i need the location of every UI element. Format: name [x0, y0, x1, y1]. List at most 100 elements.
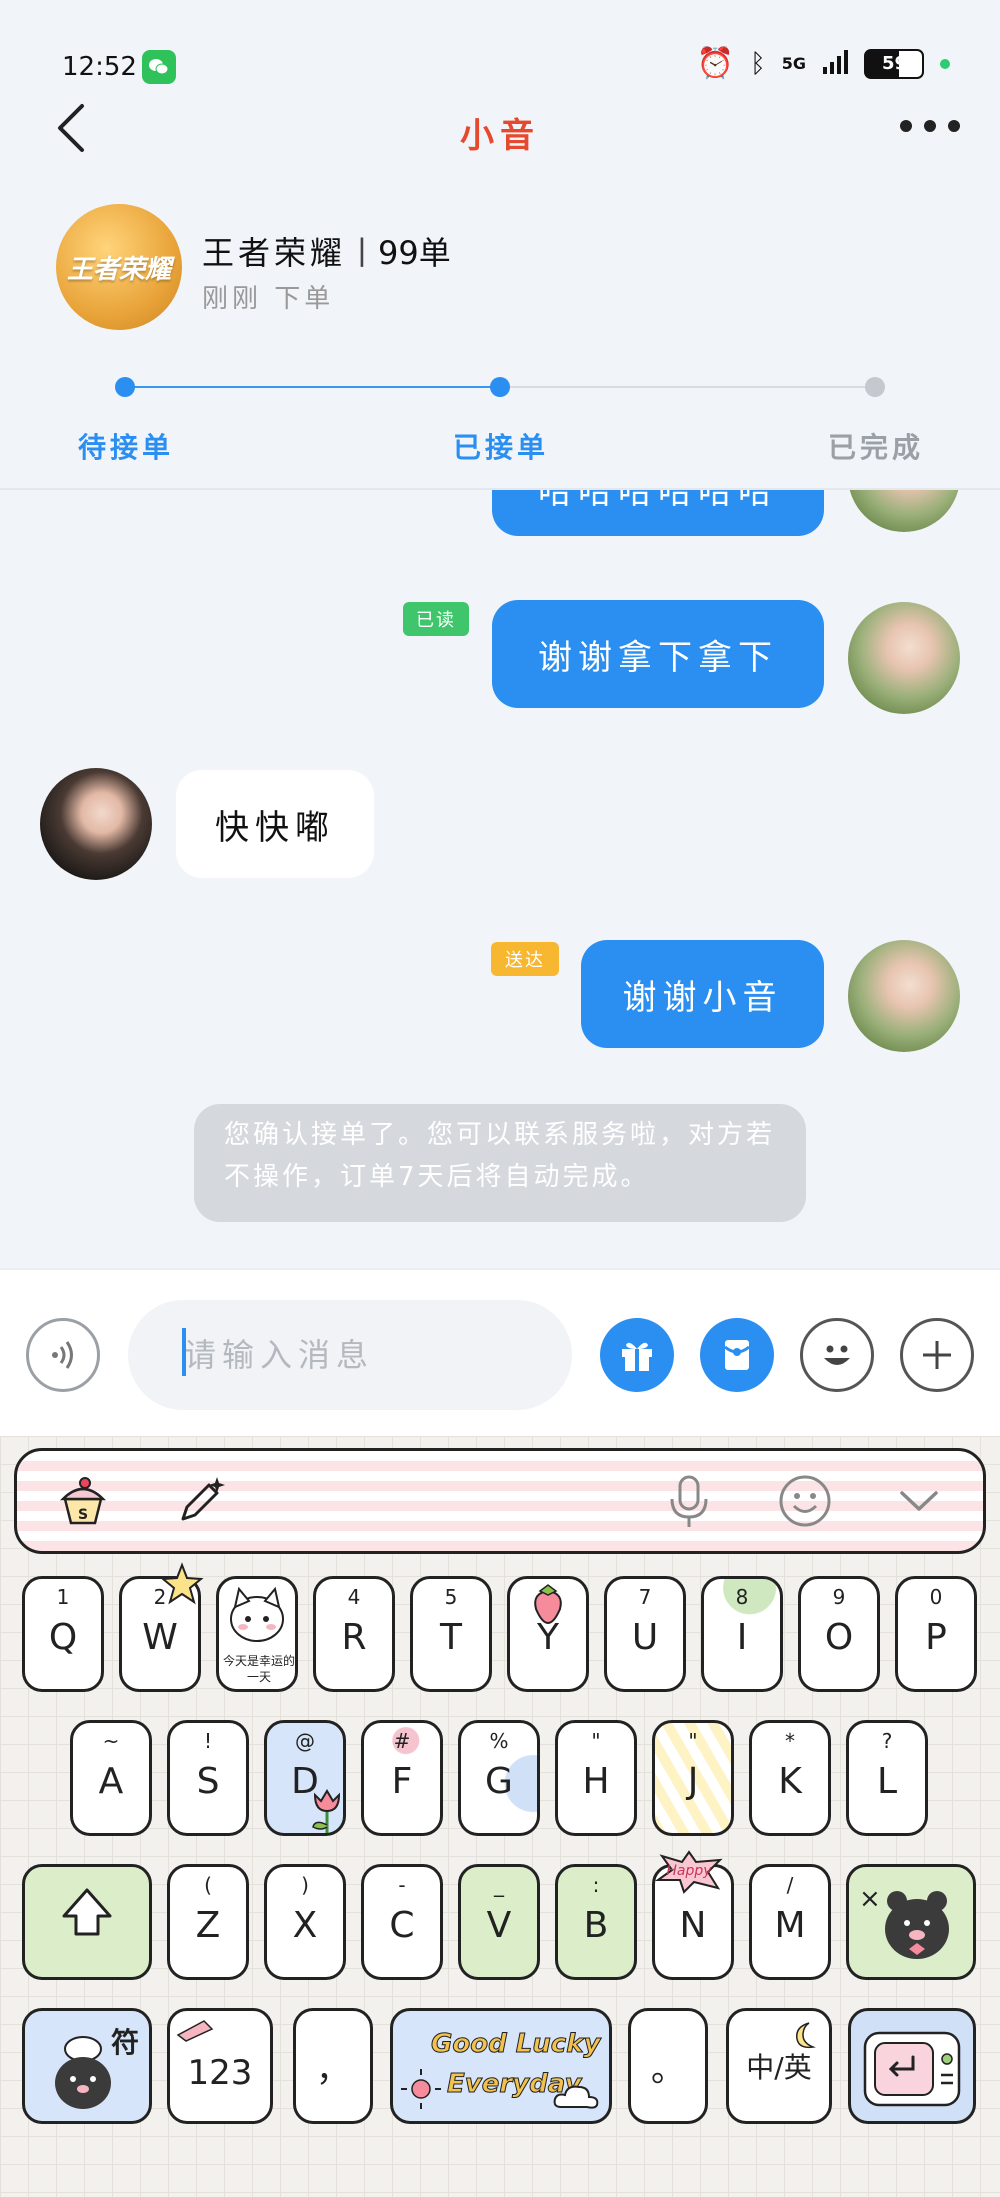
key-e[interactable]: 今天是幸运的一天	[216, 1576, 298, 1692]
more-options-button[interactable]	[900, 120, 960, 134]
dot-icon	[924, 120, 936, 132]
progress-dot-step3	[865, 377, 885, 397]
message-text: 谢谢小音	[622, 977, 783, 1018]
space-line1: Good Lucky	[430, 2029, 601, 2060]
key-m[interactable]: / M	[749, 1864, 831, 1980]
key-sub: "	[688, 1729, 698, 1753]
key-q[interactable]: 1Q	[22, 1576, 104, 1692]
key-main: R	[341, 1617, 367, 1658]
key-sub: 5	[444, 1585, 458, 1609]
game-logo-text: 王者荣耀	[66, 254, 171, 285]
key-u[interactable]: 7U	[604, 1576, 686, 1692]
voice-wave-icon	[52, 1341, 73, 1369]
keyboard-emoji-button[interactable]	[773, 1469, 837, 1533]
cloud-icon	[553, 2085, 599, 2109]
key-o[interactable]: 9O	[798, 1576, 880, 1692]
gift-button[interactable]	[600, 1318, 674, 1392]
key-main: Y	[537, 1617, 559, 1658]
my-avatar[interactable]	[848, 940, 960, 1052]
voice-typing-button[interactable]	[657, 1469, 721, 1533]
key-p[interactable]: 0P	[895, 1576, 977, 1692]
key-sub: 7	[638, 1585, 652, 1609]
key-main: P	[925, 1617, 947, 1658]
key-sub: ~	[102, 1729, 120, 1753]
key-main: W	[142, 1617, 178, 1658]
collapse-keyboard-button[interactable]	[887, 1469, 951, 1533]
key-main: K	[778, 1761, 802, 1802]
wechat-icon	[142, 50, 176, 84]
message-bubble-me[interactable]: 哈哈哈哈哈哈	[492, 490, 824, 536]
red-packet-button[interactable]	[700, 1318, 774, 1392]
enter-key[interactable]	[848, 2008, 976, 2124]
chat-area[interactable]: 哈哈哈哈哈哈 已读 谢谢拿下拿下 快快嘟 送达 谢谢小音 您确认接单了。您可以联…	[0, 490, 1000, 1268]
key-c[interactable]: -C	[361, 1864, 443, 1980]
key-sub: :	[592, 1873, 600, 1897]
order-progress: 待接单 已接单 已完成	[0, 370, 1000, 490]
voice-input-button[interactable]	[26, 1318, 100, 1392]
message-text: 哈哈哈哈哈哈	[538, 490, 778, 512]
key-l[interactable]: ? L	[846, 1720, 928, 1836]
message-bubble-me[interactable]: 谢谢小音	[581, 940, 824, 1048]
period-key[interactable]: 。	[628, 2008, 708, 2124]
progress-line-done	[125, 386, 500, 388]
key-sub: 4	[347, 1585, 361, 1609]
svg-text:×: ×	[859, 1884, 881, 1914]
key-t[interactable]: 5T	[410, 1576, 492, 1692]
key-x[interactable]: ) X	[264, 1864, 346, 1980]
key-r[interactable]: 4R	[313, 1576, 395, 1692]
key-sub: *	[785, 1729, 795, 1753]
key-b[interactable]: :B	[555, 1864, 637, 1980]
my-avatar[interactable]	[848, 602, 960, 714]
signal-icon	[822, 49, 848, 79]
my-avatar[interactable]	[848, 490, 960, 532]
game-logo[interactable]: 王者荣耀	[56, 204, 182, 330]
handwriting-button[interactable]	[169, 1469, 233, 1533]
key-y[interactable]: Y	[507, 1576, 589, 1692]
shift-key[interactable]	[22, 1864, 152, 1980]
comma-key[interactable]: ，	[293, 2008, 373, 2124]
progress-label-step1: 待接单	[78, 431, 175, 464]
space-key[interactable]: Good Lucky Everyday	[390, 2008, 612, 2124]
progress-line-pending	[500, 386, 875, 388]
key-sub: !	[203, 1729, 213, 1753]
emoji-button[interactable]	[800, 1318, 874, 1392]
tulip-icon	[312, 1789, 341, 1833]
key-d[interactable]: @ D	[264, 1720, 346, 1836]
contact-avatar[interactable]	[40, 768, 152, 880]
cupcake-icon: S	[59, 1477, 107, 1525]
key-z[interactable]: (Z	[167, 1864, 249, 1980]
skin-store-button[interactable]: S	[51, 1469, 115, 1533]
numbers-key[interactable]: 123	[167, 2008, 273, 2124]
tv-enter-icon	[863, 2031, 961, 2107]
key-i[interactable]: 8I	[701, 1576, 783, 1692]
key-f[interactable]: # F	[361, 1720, 443, 1836]
more-actions-button[interactable]	[900, 1318, 974, 1392]
key-v[interactable]: _ V	[458, 1864, 540, 1980]
alarm-icon: ⏰	[696, 46, 735, 81]
key-sub: 1	[56, 1585, 70, 1609]
delete-key[interactable]: ×	[846, 1864, 976, 1980]
key-main: T	[440, 1617, 462, 1658]
key-sub: 8	[735, 1585, 749, 1609]
chevron-down-icon	[900, 1491, 938, 1511]
key-j[interactable]: " J	[652, 1720, 734, 1836]
progress-label-step2: 已接单	[453, 431, 550, 464]
key-main: G	[485, 1761, 513, 1802]
delivered-status-badge: 送达	[491, 942, 559, 976]
message-bubble-me[interactable]: 谢谢拿下拿下	[492, 600, 824, 708]
message-bubble-other[interactable]: 快快嘟	[176, 770, 374, 878]
progress-label-step3: 已完成	[828, 431, 925, 464]
key-g[interactable]: % G	[458, 1720, 540, 1836]
key-a[interactable]: ~ A	[70, 1720, 152, 1836]
key-h[interactable]: " H	[555, 1720, 637, 1836]
symbols-key[interactable]: 符	[22, 2008, 152, 2124]
language-switch-key[interactable]: 中/英	[726, 2008, 832, 2124]
key-k[interactable]: * K	[749, 1720, 831, 1836]
key-sub: -	[398, 1873, 406, 1897]
order-status-action: 下单	[274, 284, 335, 314]
key-s[interactable]: ! S	[167, 1720, 249, 1836]
message-input[interactable]	[128, 1300, 572, 1410]
key-sub: 0	[929, 1585, 943, 1609]
key-main: Q	[48, 1617, 78, 1658]
status-icons: ⏰ ᛒ 5G 59	[697, 46, 950, 81]
